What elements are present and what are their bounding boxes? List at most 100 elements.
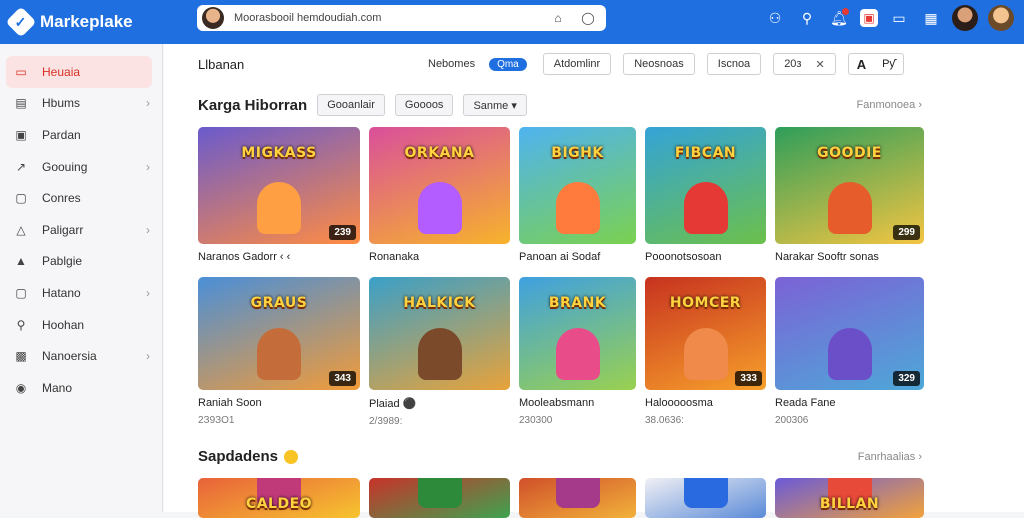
logo-icon: ✓ — [5, 6, 37, 38]
game-thumbnail[interactable]: GOODIE 299 — [775, 127, 924, 244]
filter-link[interactable]: Nebomes — [428, 58, 475, 70]
game-stat: 38.0636: — [645, 415, 684, 426]
bell-icon[interactable]: 🔔︎ — [828, 7, 850, 29]
character-art — [417, 182, 462, 234]
game-thumbnail[interactable]: FIBCAN — [645, 127, 766, 244]
game-card[interactable]: GRAUS 343 Raniah Soon 2З9ЗО1 — [198, 277, 360, 427]
game-thumbnail[interactable]: BRANK — [519, 277, 636, 390]
game-card[interactable]: BRANK Mooleabsmann 230300 — [519, 277, 636, 427]
sidebar-item[interactable]: ▢ Conres — [6, 182, 152, 214]
filter-button[interactable]: Neosnoas — [623, 53, 695, 75]
search-bar[interactable]: Moorasbooil hemdoudiah.com ⌂ ◯ — [197, 5, 606, 31]
sidebar: ▭ Heuaia ▤ Hbums › ▣ Pardan ↗ Goouing › ▢ Conres △ Pa… — [0, 44, 163, 512]
game-card[interactable] — [369, 478, 510, 518]
sidebar-item[interactable]: ▢ Hatano › — [6, 277, 152, 309]
profile-avatar[interactable] — [988, 5, 1014, 31]
game-thumbnail[interactable]: CALDEO — [198, 478, 360, 518]
game-title[interactable]: Narakar Sooftr sonas — [775, 251, 924, 263]
sidebar-item[interactable]: ◉ Mano — [6, 372, 152, 404]
range-filter[interactable]: 20з ✕ — [773, 53, 836, 75]
game-thumbnail[interactable]: HALKICK — [369, 277, 510, 390]
game-grid: MIGKASS 239 Naranos Gadorr ‹ ‹ ORKANA Ronana… — [198, 127, 924, 263]
game-card[interactable]: CALDEO — [198, 478, 360, 518]
game-stat: 200306 — [775, 415, 809, 426]
sidebar-item[interactable]: △ Paligarr › — [6, 214, 152, 246]
game-title[interactable]: Raniah Soon — [198, 397, 360, 409]
grid-icon[interactable]: ▦ — [920, 7, 942, 29]
section-header: Sapdadens Fanrhaalias › — [198, 448, 922, 465]
search-icon[interactable]: ◯ — [576, 8, 600, 28]
sidebar-item[interactable]: ▣ Pardan — [6, 119, 152, 151]
user-avatar[interactable] — [952, 5, 978, 31]
albums-icon: ▤ — [15, 96, 27, 111]
game-thumbnail[interactable]: BILLAN — [775, 478, 924, 518]
game-title[interactable]: Plaiad ⚫ — [369, 397, 510, 410]
category-chip[interactable]: Goooos — [394, 94, 454, 116]
game-thumbnail[interactable]: ORKANA — [369, 127, 510, 244]
game-card[interactable]: HALKICK Plaiad ⚫ 2/3989: — [369, 277, 510, 427]
game-card[interactable] — [645, 478, 766, 518]
game-thumbnail[interactable]: GRAUS 343 — [198, 277, 360, 390]
game-card[interactable]: 329 Reada Fane 200306 — [775, 277, 924, 427]
sidebar-item[interactable]: ▩ Nanoersia › — [6, 340, 152, 372]
logo[interactable]: ✓ Markeplake — [5, 6, 190, 38]
game-title[interactable]: Halooooosma — [645, 397, 766, 409]
sidebar-item-label: Conres — [42, 191, 81, 206]
game-card[interactable]: ORKANA Ronanaka — [369, 127, 510, 263]
game-thumbnail[interactable]: HOMCER 333 — [645, 277, 766, 390]
player-count-badge: 239 — [329, 225, 356, 240]
people-icon[interactable]: ⚇ — [764, 7, 786, 29]
game-card[interactable]: BILLAN — [775, 478, 924, 518]
see-all-link[interactable]: Fanmonoea › — [857, 99, 922, 111]
game-title[interactable]: Ronanaka — [369, 251, 510, 263]
thumbnail-title: BRANK — [548, 295, 607, 311]
game-thumbnail[interactable] — [645, 478, 766, 518]
toggle-option[interactable]: Pƴ — [874, 54, 903, 74]
section-header: Karga Hiborran Gooanlair Goooos Sanme ▾ … — [198, 94, 922, 116]
game-card[interactable]: MIGKASS 239 Naranos Gadorr ‹ ‹ — [198, 127, 360, 263]
search-icon[interactable]: ⚲ — [796, 7, 818, 29]
thumbnail-title: ORKANA — [404, 145, 475, 161]
game-title[interactable]: Naranos Gadorr ‹ ‹ — [198, 251, 360, 263]
sidebar-item[interactable]: ↗ Goouing › — [6, 151, 152, 183]
section-title: Sapdadens — [198, 448, 299, 465]
game-thumbnail[interactable]: MIGKASS 239 — [198, 127, 360, 244]
chevron-right-icon: › — [146, 96, 150, 111]
game-title[interactable]: Reada Fane — [775, 397, 924, 409]
filter-button[interactable]: Iscnoa — [706, 53, 762, 75]
game-card[interactable]: FIBCAN Pooonotsosoan — [645, 127, 766, 263]
sort-dropdown[interactable]: Sanme ▾ — [463, 94, 527, 116]
sidebar-item[interactable]: ▲ Pablgie — [6, 246, 152, 278]
see-all-link[interactable]: Fanrhaalias › — [858, 451, 922, 463]
game-title[interactable]: Pooonotsosoan — [645, 251, 766, 263]
game-title[interactable]: Mooleabsmann — [519, 397, 636, 409]
calendar-icon[interactable]: ▣ — [860, 9, 878, 27]
game-thumbnail[interactable] — [369, 478, 510, 518]
thumbnail-title: GRAUS — [250, 295, 308, 311]
player-count-badge: 333 — [735, 371, 762, 386]
sidebar-item[interactable]: ▭ Heuaia — [6, 56, 152, 88]
monitor-icon[interactable]: ▭ — [888, 7, 910, 29]
chevron-right-icon: › — [146, 159, 150, 174]
game-thumbnail[interactable]: BIGHK — [519, 127, 636, 244]
search-input[interactable]: Moorasbooil hemdoudiah.com — [234, 12, 546, 24]
triangle-icon: △ — [16, 222, 26, 237]
category-chip[interactable]: Gooanlair — [317, 94, 385, 116]
game-thumbnail[interactable]: 329 — [775, 277, 924, 390]
game-card[interactable]: GOODIE 299 Narakar Sooftr sonas — [775, 127, 924, 263]
filter-pill[interactable]: Qma — [489, 57, 527, 71]
game-card[interactable]: BIGHK Panoan ai Sodaf — [519, 127, 636, 263]
sidebar-item[interactable]: ⚲ Hoohan — [6, 309, 152, 341]
filter-button[interactable]: Atdomlinr — [542, 53, 612, 75]
game-thumbnail[interactable] — [519, 478, 636, 518]
game-card[interactable] — [519, 478, 636, 518]
sidebar-item[interactable]: ▤ Hbums › — [6, 88, 152, 120]
sidebar-item-label: Nanoersia — [42, 349, 97, 364]
game-card[interactable]: HOMCER 333 Halooooosma 38.0636: — [645, 277, 766, 427]
home-icon[interactable]: ⌂ — [546, 8, 570, 28]
game-title[interactable]: Panoan ai Sodaf — [519, 251, 636, 263]
close-icon[interactable]: ✕ — [815, 58, 824, 71]
view-toggle[interactable]: A Pƴ — [847, 53, 904, 75]
player-count-badge: 299 — [893, 225, 920, 240]
toggle-option[interactable]: A — [849, 54, 874, 74]
